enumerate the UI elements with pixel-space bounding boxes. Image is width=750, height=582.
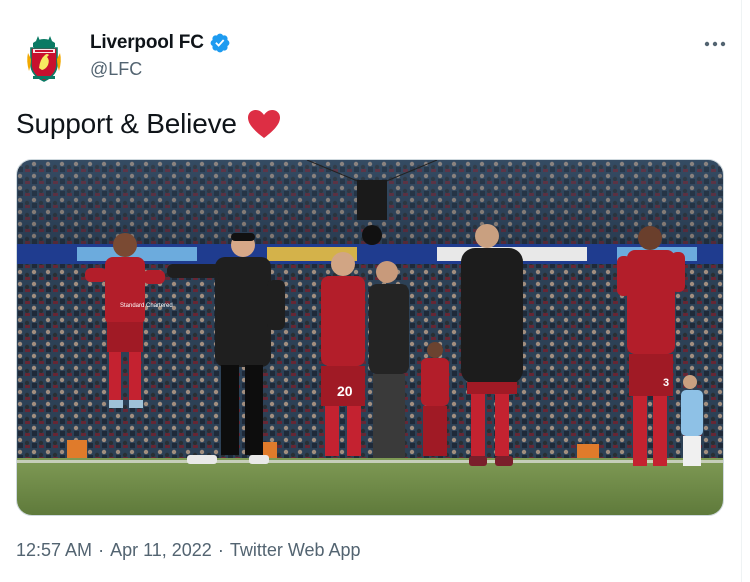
team-applauding-fans-photo: Standard Chartered 20 3 [17, 160, 723, 515]
player-background-red [421, 342, 449, 456]
meta-separator: · [217, 540, 224, 560]
sponsor-text: Standard Chartered [120, 303, 173, 309]
tweet-text: Support & Believe [16, 108, 281, 140]
meta-separator: · [98, 540, 105, 560]
tweet-source-link[interactable]: Twitter Web App [230, 540, 361, 561]
shirt-number-20: 20 [337, 383, 353, 399]
author-display-name[interactable]: Liverpool FC [90, 32, 204, 54]
verified-badge-icon [209, 32, 231, 54]
tweet-timestamp-date[interactable]: Apr 11, 2022 [110, 540, 212, 561]
author-handle[interactable]: @LFC [90, 59, 142, 80]
more-options-button[interactable] [700, 30, 730, 58]
liverpool-crest-icon [16, 31, 72, 87]
shirt-number-3: 3 [663, 377, 669, 389]
tweet-metadata: 12:57 AM · Apr 11, 2022 · Twitter Web Ap… [16, 540, 361, 561]
red-heart-icon [247, 109, 281, 139]
tweet-media-photo[interactable]: Standard Chartered 20 3 [16, 159, 724, 516]
tweet-timestamp-time[interactable]: 12:57 AM [16, 540, 92, 561]
timeline-column-border [741, 0, 742, 582]
author-avatar[interactable] [16, 31, 72, 87]
more-horizontal-icon [704, 41, 726, 47]
author-name-row[interactable]: Liverpool FC [90, 32, 231, 54]
tweet-text-content: Support & Believe [16, 108, 237, 139]
staff-member-black [369, 261, 409, 458]
